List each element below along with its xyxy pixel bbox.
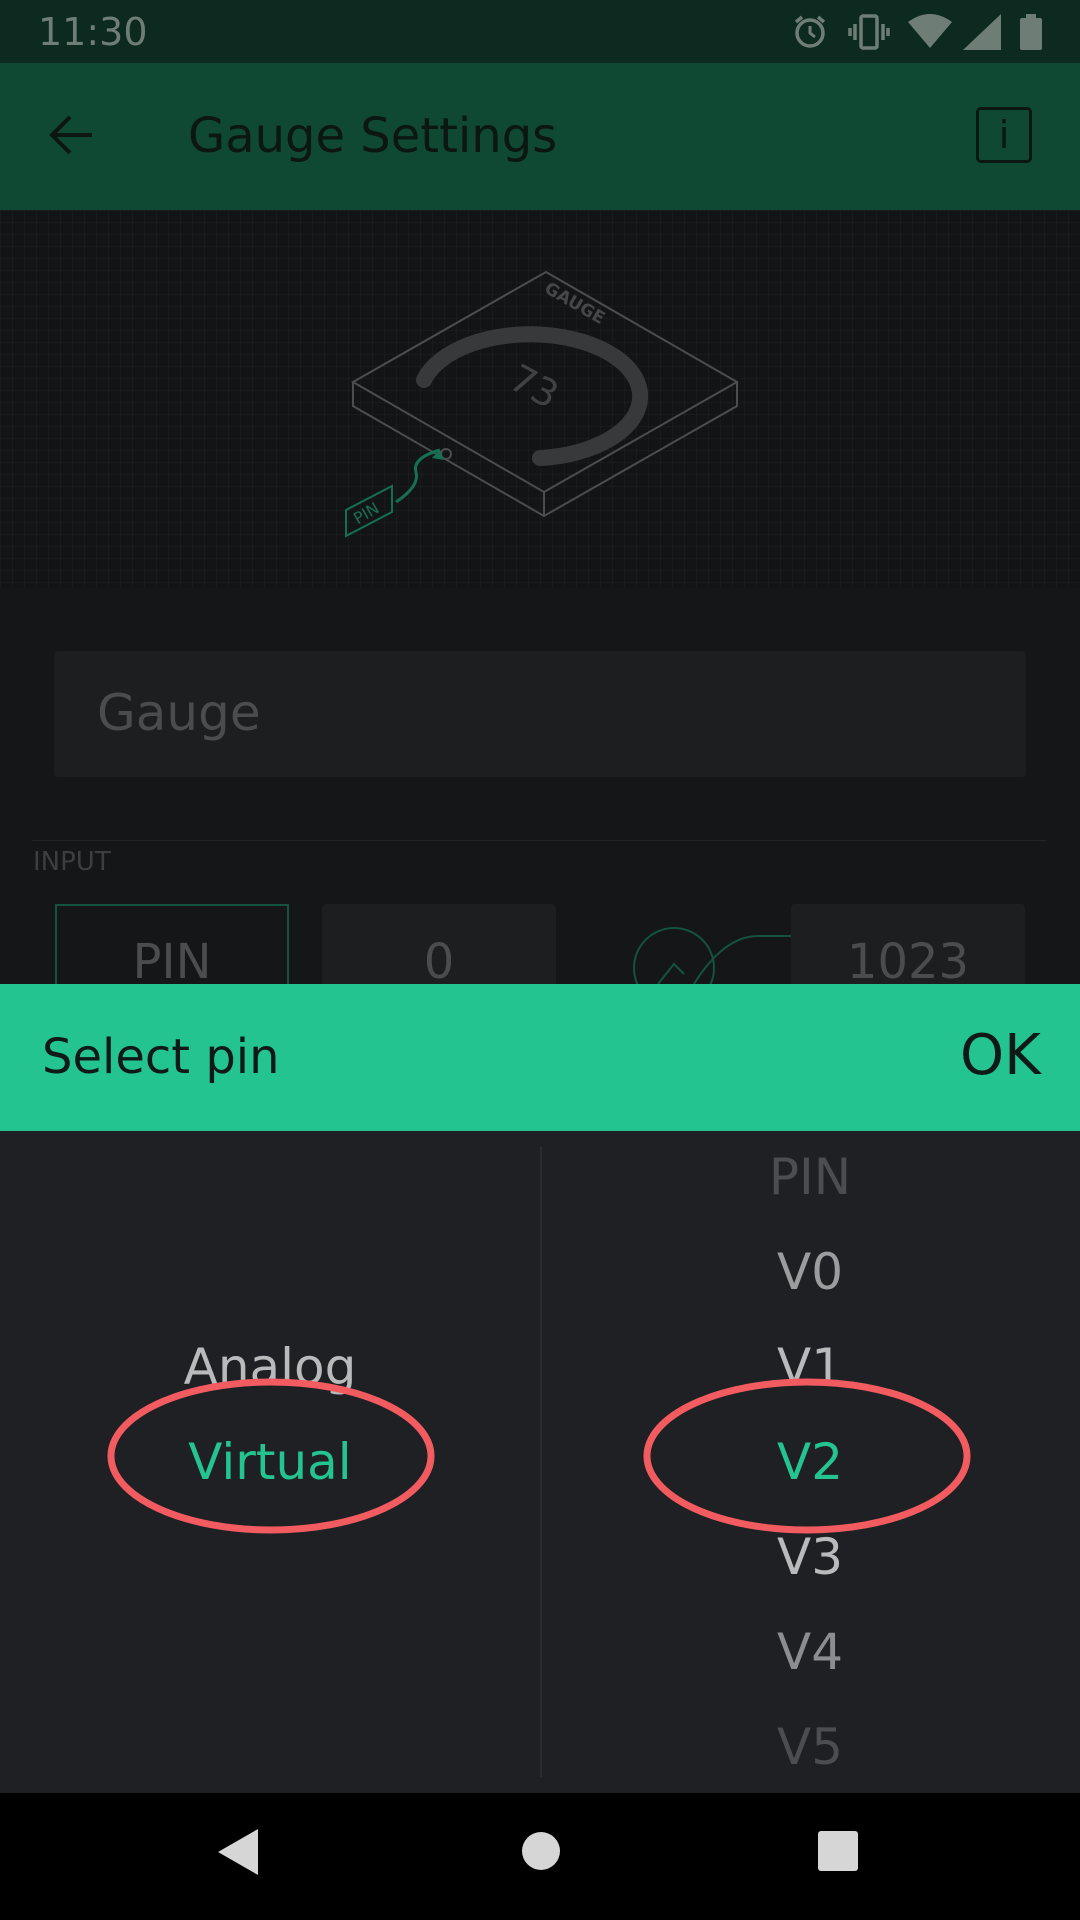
gauge-value: 73 bbox=[502, 356, 565, 418]
signal-icon bbox=[963, 14, 1001, 50]
mapping-curve-icon bbox=[633, 927, 794, 984]
pin-tag-label: PIN bbox=[350, 498, 382, 528]
pin-option-v0[interactable]: V0 bbox=[660, 1240, 960, 1304]
info-button[interactable]: i bbox=[976, 107, 1032, 163]
pin-option-v5[interactable]: V5 bbox=[660, 1715, 960, 1779]
pin-type-option-analog[interactable]: Analog bbox=[120, 1335, 420, 1399]
page-title: Gauge Settings bbox=[188, 108, 558, 164]
pin-type-option-virtual-selected[interactable]: Virtual bbox=[120, 1430, 420, 1494]
pin-option-v1[interactable]: V1 bbox=[660, 1335, 960, 1399]
divider bbox=[32, 840, 1047, 841]
battery-icon bbox=[1020, 14, 1042, 50]
pin-option-pin[interactable]: PIN bbox=[660, 1145, 960, 1209]
vibrate-icon bbox=[848, 14, 890, 50]
back-triangle-icon[interactable] bbox=[218, 1829, 258, 1875]
navigation-bar bbox=[0, 1793, 1080, 1920]
gauge-widget-label: GAUGE bbox=[541, 279, 608, 329]
home-circle-icon[interactable] bbox=[521, 1831, 561, 1871]
gauge-illustration: 73 GAUGE PIN bbox=[345, 270, 740, 538]
status-time: 11:30 bbox=[38, 10, 148, 54]
pin-option-v2-selected[interactable]: V2 bbox=[660, 1430, 960, 1494]
input-section-label: INPUT bbox=[33, 847, 111, 877]
pin-option-v4[interactable]: V4 bbox=[660, 1620, 960, 1684]
wifi-icon bbox=[908, 14, 952, 48]
widget-preview: 73 GAUGE PIN bbox=[0, 210, 1080, 588]
alarm-icon bbox=[794, 15, 826, 48]
recents-square-icon[interactable] bbox=[818, 1831, 858, 1871]
widget-name-value: Gauge bbox=[97, 684, 261, 742]
back-arrow-icon[interactable] bbox=[48, 112, 94, 158]
picker-divider bbox=[540, 1147, 542, 1777]
ok-button[interactable]: OK bbox=[960, 1020, 1041, 1092]
pin-option-v3[interactable]: V3 bbox=[660, 1525, 960, 1589]
dialog-title: Select pin bbox=[42, 1029, 280, 1085]
status-bar: 11:30 bbox=[0, 0, 1080, 63]
